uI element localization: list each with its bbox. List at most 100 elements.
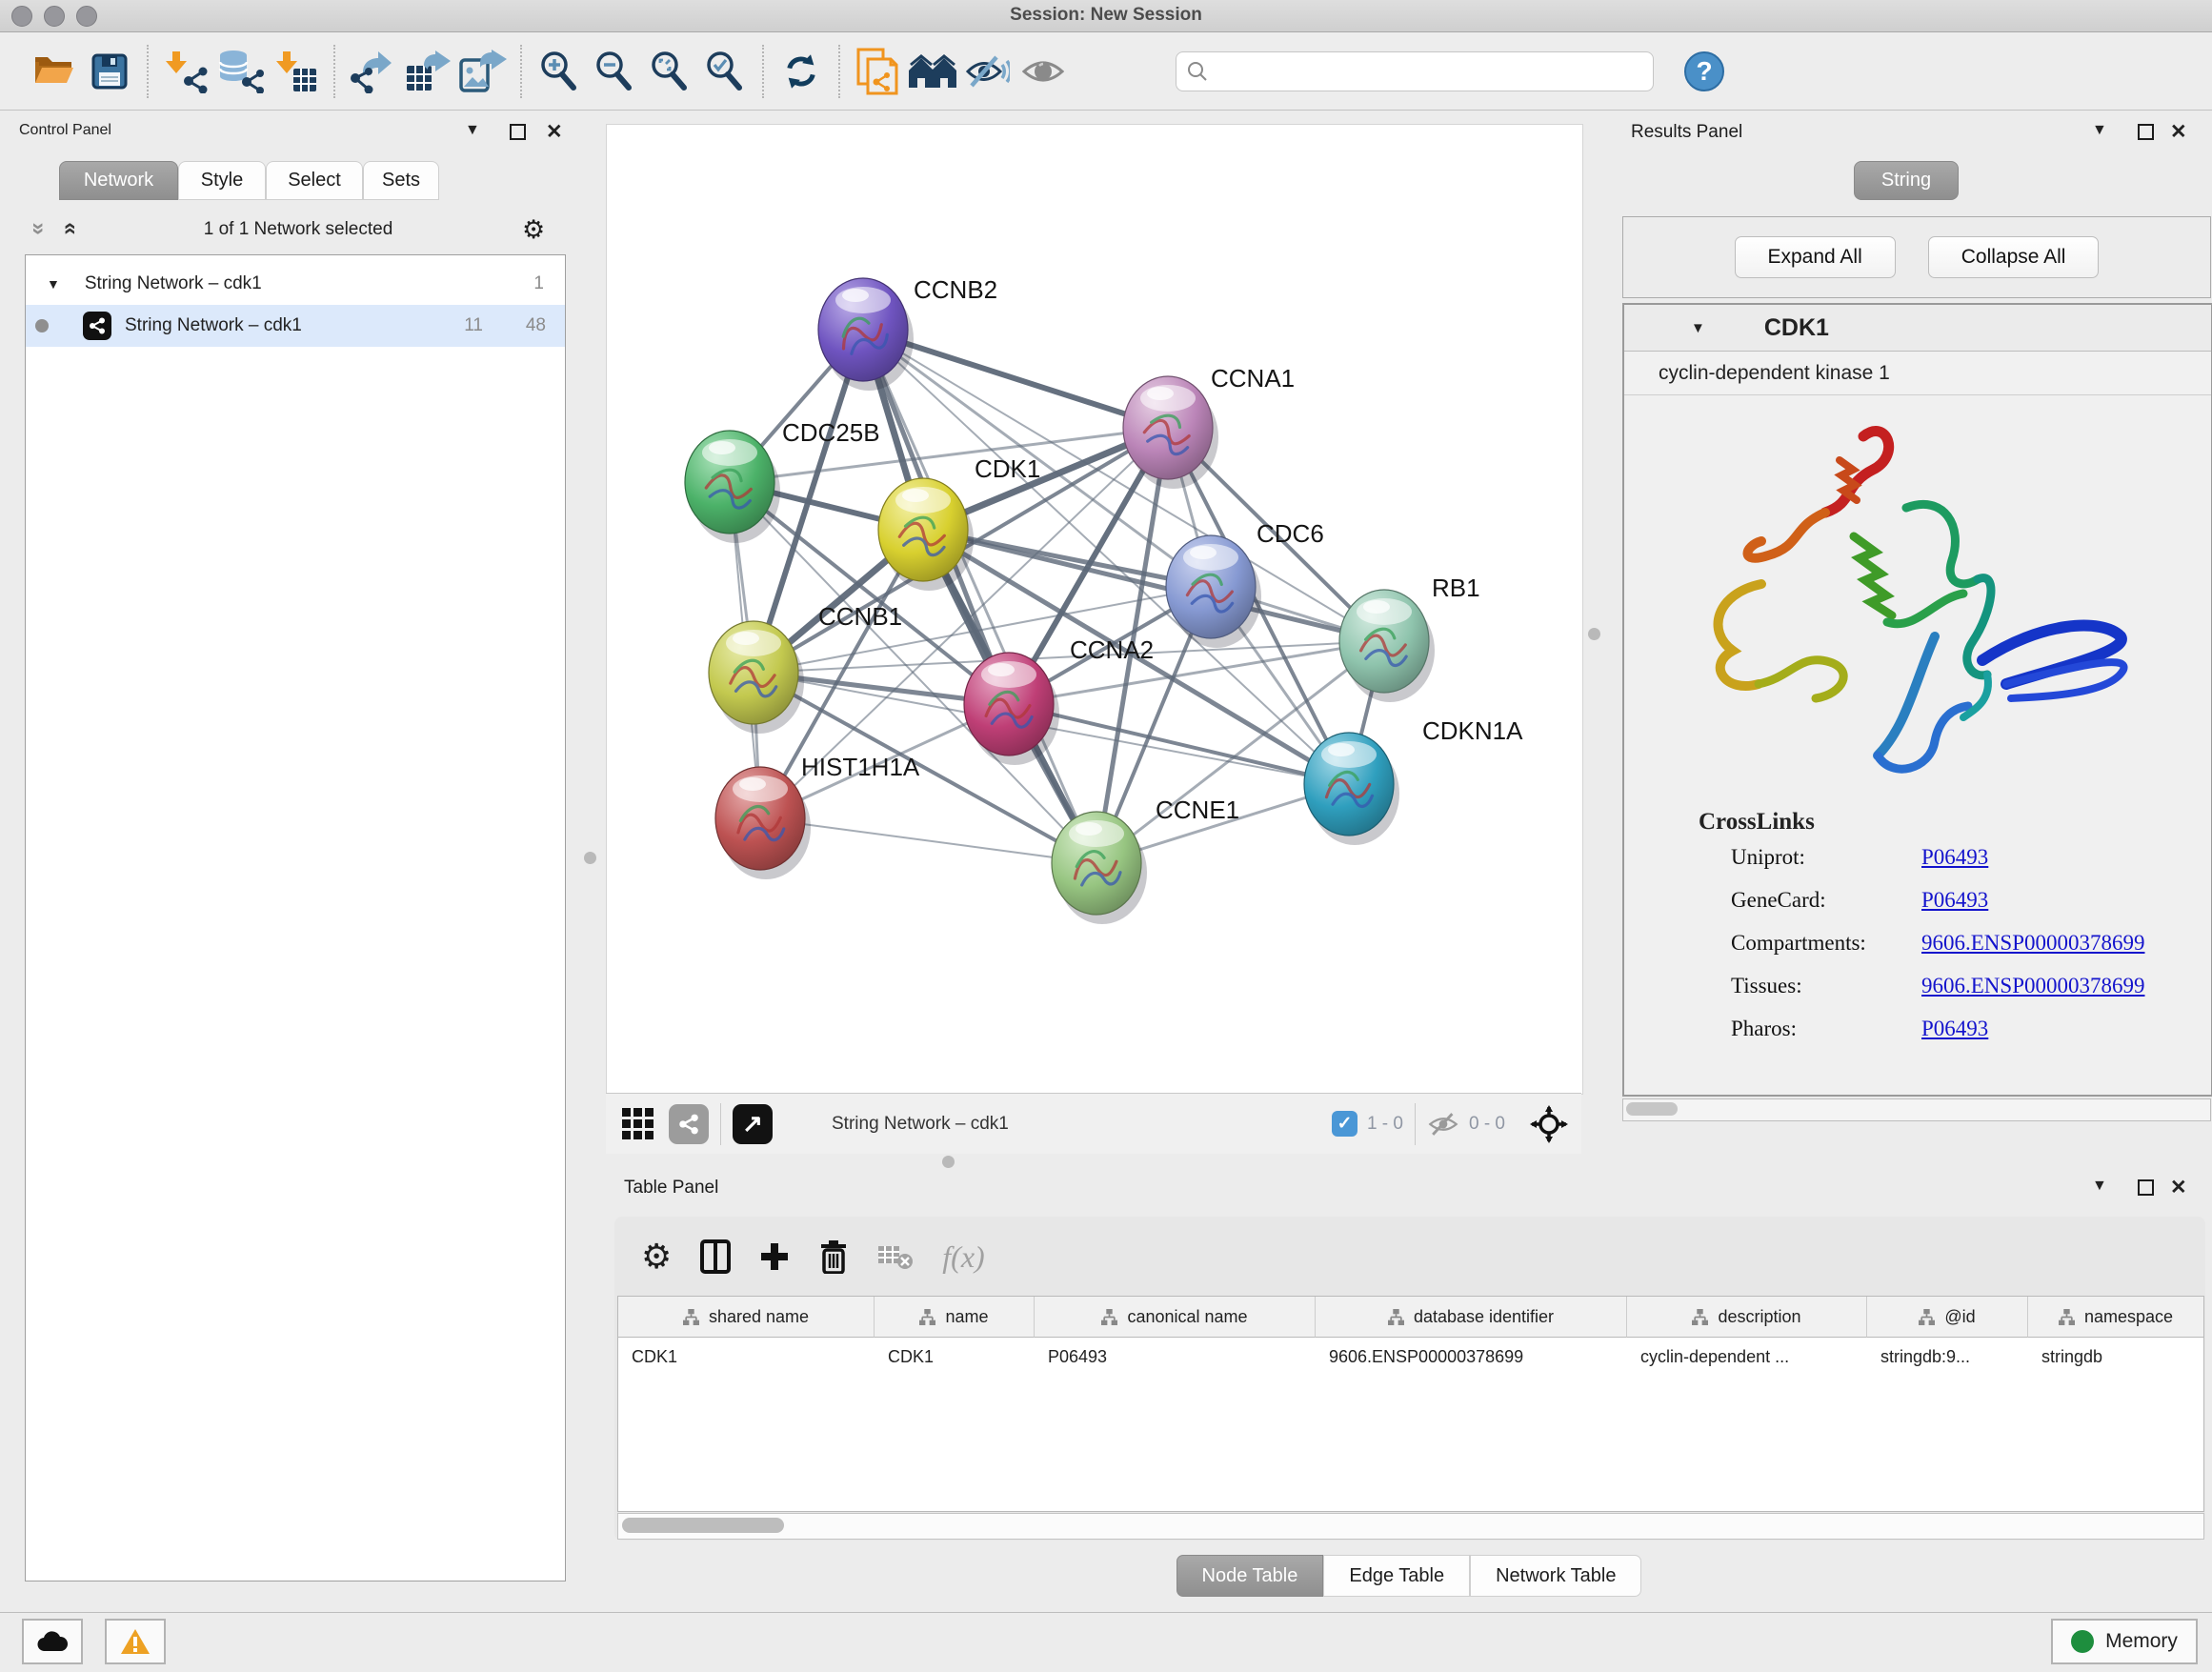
pan-crosshair-icon[interactable] — [1530, 1105, 1568, 1143]
table-gear-icon[interactable]: ⚙ — [641, 1239, 672, 1274]
table-data-row[interactable]: CDK1 CDK1 P06493 9606.ENSP00000378699 cy… — [618, 1338, 2203, 1376]
zoom-out-button[interactable] — [587, 44, 642, 99]
tab-network-table[interactable]: Network Table — [1470, 1555, 1641, 1597]
left-splitter-handle[interactable] — [584, 852, 596, 864]
network-node-ccna2[interactable] — [964, 653, 1059, 765]
tissues-link[interactable]: 9606.ENSP00000378699 — [1921, 974, 2145, 998]
network-node-count: 11 — [445, 315, 483, 336]
cell-shared-name[interactable]: CDK1 — [618, 1338, 875, 1376]
network-row-selected[interactable]: String Network – cdk1 11 48 — [26, 305, 565, 347]
crosslink-row: GeneCard:P06493 — [1731, 878, 2211, 921]
function-builder-icon[interactable]: f(x) — [942, 1239, 984, 1275]
apply-layout-refresh-button[interactable] — [774, 44, 829, 99]
hidden-eye-slash-icon[interactable] — [1427, 1112, 1459, 1137]
delete-column-trash-icon[interactable] — [818, 1239, 849, 1274]
cell-namespace[interactable]: stringdb — [2028, 1338, 2203, 1376]
table-panel-menu-icon[interactable]: ▼ — [2092, 1178, 2107, 1195]
control-panel-close-icon[interactable]: ✕ — [546, 120, 563, 144]
network-node-cdc25b[interactable] — [685, 431, 780, 543]
network-share-toggle-icon[interactable] — [669, 1104, 709, 1144]
results-panel-float-icon[interactable] — [2138, 124, 2154, 145]
enhanced-graphics-hide-button[interactable] — [960, 44, 1016, 99]
network-node-ccne1[interactable] — [1052, 812, 1147, 924]
create-column-plus-icon[interactable] — [759, 1241, 790, 1272]
tab-edge-table[interactable]: Edge Table — [1323, 1555, 1470, 1597]
column-header[interactable]: @id — [1867, 1297, 2028, 1338]
column-header[interactable]: canonical name — [1035, 1297, 1316, 1338]
cell-database-identifier[interactable]: 9606.ENSP00000378699 — [1316, 1338, 1627, 1376]
selected-checkbox-icon[interactable]: ✓ — [1332, 1111, 1357, 1137]
column-header[interactable]: namespace — [2028, 1297, 2203, 1338]
collapse-all-button[interactable]: Collapse All — [1928, 236, 2100, 278]
column-header[interactable]: database identifier — [1316, 1297, 1627, 1338]
delete-table-icon[interactable] — [877, 1242, 914, 1271]
network-canvas[interactable]: CCNB2CCNA1CDC25BCDK1CDC6RB1CCNB1CCNA2CDK… — [606, 124, 1583, 1095]
zoom-fit-button[interactable] — [642, 44, 697, 99]
network-node-rb1[interactable] — [1339, 590, 1435, 702]
memory-button[interactable]: Memory — [2051, 1619, 2198, 1664]
column-header[interactable]: description — [1627, 1297, 1867, 1338]
import-network-button[interactable] — [158, 44, 213, 99]
network-panel-gear-icon[interactable]: ⚙ — [522, 217, 545, 243]
results-horizontal-scrollbar[interactable] — [1622, 1098, 2211, 1121]
cell-name[interactable]: CDK1 — [875, 1338, 1035, 1376]
control-panel-float-icon[interactable] — [510, 124, 526, 145]
save-session-button[interactable] — [82, 44, 137, 99]
uniprot-link[interactable]: P06493 — [1921, 845, 1988, 870]
help-button[interactable]: ? — [1677, 44, 1732, 99]
zoom-selected-button[interactable] — [697, 44, 753, 99]
tab-sets[interactable]: Sets — [363, 161, 439, 200]
table-panel-float-icon[interactable] — [2138, 1179, 2154, 1200]
network-node-cdc6[interactable] — [1166, 535, 1261, 648]
cell-id[interactable]: stringdb:9... — [1867, 1338, 2028, 1376]
tab-style[interactable]: Style — [178, 161, 266, 200]
scrollbar-thumb[interactable] — [1626, 1102, 1678, 1116]
results-panel-menu-icon[interactable]: ▼ — [2092, 122, 2107, 139]
string-home-button[interactable] — [905, 44, 960, 99]
table-panel-close-icon[interactable]: ✕ — [2170, 1176, 2187, 1199]
network-graph[interactable]: CCNB2CCNA1CDC25BCDK1CDC6RB1CCNB1CCNA2CDK… — [607, 125, 1582, 1094]
show-columns-icon[interactable] — [700, 1239, 731, 1274]
birdseye-view-icon[interactable]: ↗ — [733, 1104, 773, 1144]
pharos-link[interactable]: P06493 — [1921, 1017, 1988, 1041]
tab-node-table[interactable]: Node Table — [1176, 1555, 1324, 1597]
column-header[interactable]: name — [875, 1297, 1035, 1338]
open-session-button[interactable] — [27, 44, 82, 99]
import-table-button[interactable] — [269, 44, 324, 99]
control-panel-menu-icon[interactable]: ▼ — [465, 122, 480, 139]
toolbar-search[interactable] — [1176, 51, 1654, 91]
zoom-in-button[interactable] — [532, 44, 587, 99]
network-collection-row[interactable]: ▼ String Network – cdk1 1 — [26, 263, 565, 305]
cloud-status-button[interactable] — [22, 1619, 83, 1664]
warning-status-button[interactable] — [105, 1619, 166, 1664]
tab-string[interactable]: String — [1854, 161, 1959, 200]
cell-canonical-name[interactable]: P06493 — [1035, 1338, 1316, 1376]
bottom-splitter-handle[interactable] — [942, 1156, 955, 1168]
export-image-button[interactable] — [455, 44, 511, 99]
network-node-ccnb2[interactable] — [818, 278, 914, 391]
cell-description[interactable]: cyclin-dependent ... — [1627, 1338, 1867, 1376]
scrollbar-thumb[interactable] — [622, 1518, 784, 1533]
compartments-link[interactable]: 9606.ENSP00000378699 — [1921, 931, 2145, 956]
network-node-cdkn1a[interactable] — [1304, 733, 1399, 845]
network-node-ccna1[interactable] — [1123, 376, 1218, 489]
table-horizontal-scrollbar[interactable] — [617, 1513, 2204, 1540]
string-clone-network-button[interactable] — [850, 44, 905, 99]
grid-view-icon[interactable] — [621, 1107, 655, 1141]
collapse-triangle-icon[interactable]: ▼ — [47, 276, 60, 292]
collapse-triangle-icon[interactable]: ▼ — [1691, 320, 1705, 336]
show-hide-gray-eye-button[interactable] — [1016, 44, 1071, 99]
export-table-button[interactable] — [400, 44, 455, 99]
tab-network[interactable]: Network — [59, 161, 178, 200]
export-network-button[interactable] — [345, 44, 400, 99]
network-node-cdk1[interactable] — [878, 478, 974, 591]
gene-section-header[interactable]: ▼ CDK1 — [1624, 305, 2211, 352]
column-header[interactable]: shared name — [618, 1297, 875, 1338]
results-panel-close-icon[interactable]: ✕ — [2170, 120, 2187, 144]
import-network-from-database-button[interactable] — [213, 44, 269, 99]
right-splitter-handle[interactable] — [1588, 628, 1600, 640]
tab-select[interactable]: Select — [266, 161, 363, 200]
search-input[interactable] — [1209, 60, 1643, 82]
genecard-link[interactable]: P06493 — [1921, 888, 1988, 913]
expand-all-button[interactable]: Expand All — [1735, 236, 1896, 278]
